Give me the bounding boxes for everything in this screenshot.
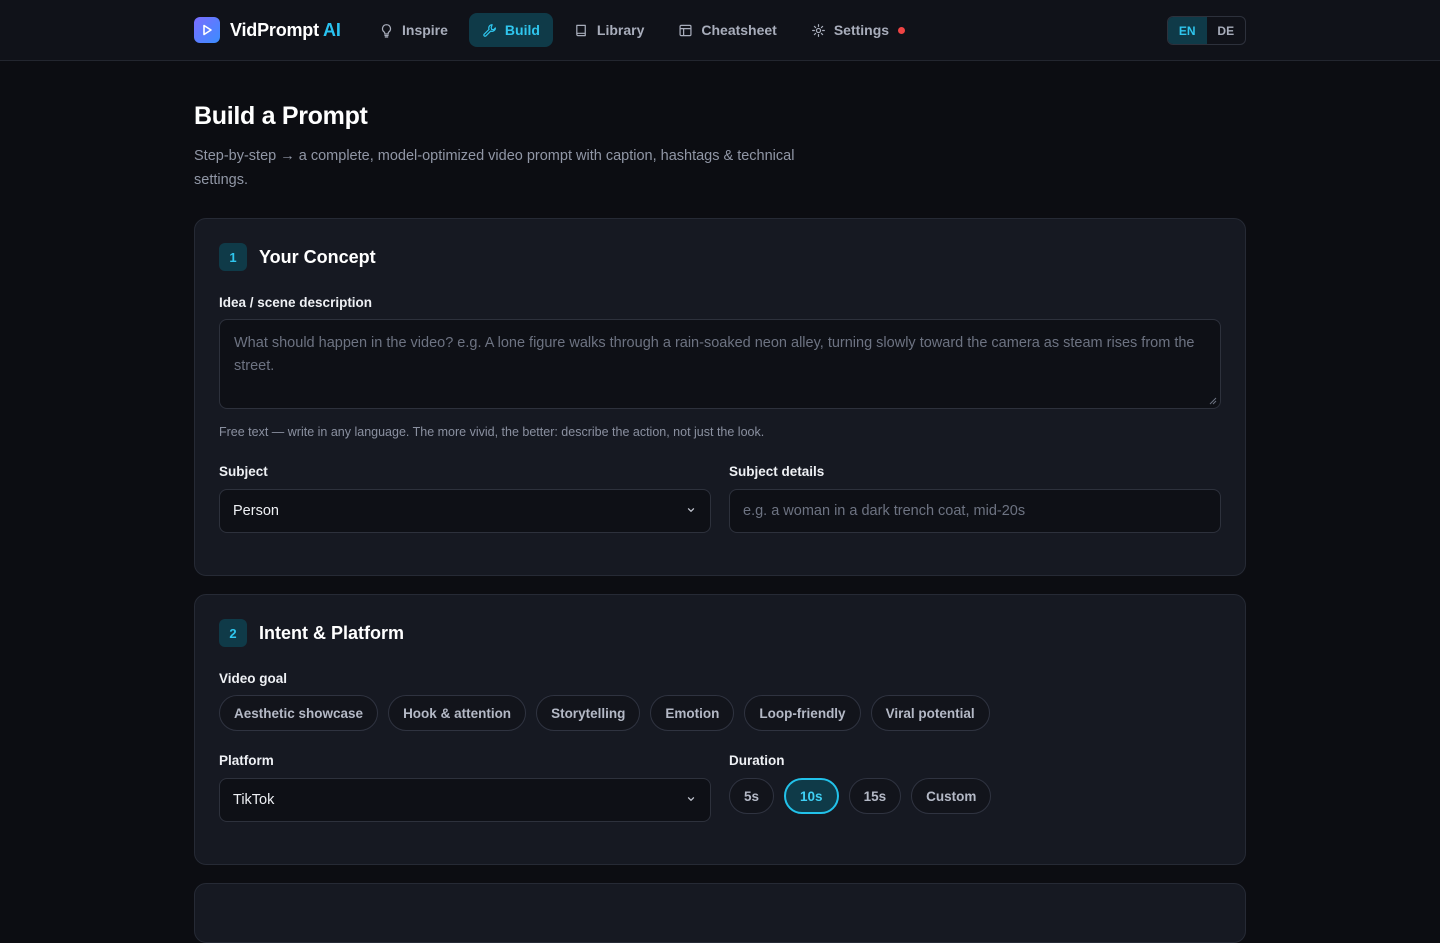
goal-chip[interactable]: Viral potential — [870, 695, 990, 731]
duration-chip-10s[interactable]: 10s — [784, 778, 839, 814]
step-badge: 2 — [219, 619, 247, 647]
subject-label: Subject — [219, 464, 268, 479]
duration-chip-custom[interactable]: Custom — [911, 778, 992, 814]
idea-textarea[interactable]: What should happen in the video? e.g. A … — [219, 319, 1221, 409]
notification-dot — [898, 26, 906, 34]
brand[interactable]: VidPrompt AI — [194, 17, 341, 43]
concept-card-header: 1 Your Concept — [219, 243, 376, 271]
idea-placeholder: What should happen in the video? e.g. A … — [234, 335, 1195, 374]
lightbulb-icon — [381, 23, 392, 38]
intent-card-header: 2 Intent & Platform — [219, 619, 404, 647]
nav-cheatsheet[interactable]: Cheatsheet — [665, 13, 789, 47]
nav-library[interactable]: Library — [561, 13, 657, 47]
duration-chip-15s[interactable]: 15s — [848, 778, 902, 814]
goal-chip[interactable]: Emotion — [650, 695, 735, 731]
intent-card: 2 Intent & Platform Video goal Aesthetic… — [194, 594, 1246, 865]
nav-inspire[interactable]: Inspire — [366, 13, 461, 47]
nav-library-label: Library — [596, 22, 645, 38]
subject-value: Person — [233, 503, 279, 519]
lang-en[interactable]: EN — [1168, 17, 1207, 44]
idea-label: Idea / scene description — [219, 295, 373, 310]
wrench-icon — [483, 23, 496, 37]
nav-settings-label: Settings — [833, 22, 890, 38]
goal-chip[interactable]: Aesthetic showcase — [219, 695, 379, 731]
nav-cheatsheet-label: Cheatsheet — [701, 22, 777, 38]
nav-inspire-label: Inspire — [402, 22, 448, 38]
duration-chip-5s[interactable]: 5s — [729, 778, 775, 814]
nav-settings[interactable]: Settings — [798, 13, 918, 47]
subject-details-placeholder: e.g. a woman in a dark trench coat, mid-… — [743, 503, 1026, 519]
lang-de[interactable]: DE — [1207, 17, 1246, 44]
page-subtitle: Step-by-step → a complete, model-optimiz… — [194, 148, 795, 188]
resize-handle-icon[interactable] — [1209, 397, 1217, 405]
concept-card: 1 Your Concept Idea / scene description … — [194, 218, 1246, 576]
duration-label: Duration — [729, 753, 785, 768]
step-badge: 1 — [219, 243, 247, 271]
intent-title: Intent & Platform — [259, 622, 405, 643]
goal-chip[interactable]: Hook & attention — [388, 695, 527, 731]
next-card — [194, 883, 1246, 943]
language-switcher: EN DE — [1167, 16, 1246, 45]
subject-details-input[interactable]: e.g. a woman in a dark trench coat, mid-… — [729, 489, 1221, 533]
video-goal-label: Video goal — [219, 671, 288, 686]
layout-icon — [679, 24, 692, 36]
concept-title: Your Concept — [259, 246, 376, 267]
platform-value: TikTok — [233, 792, 275, 808]
duration-chips: 5s 10s 15s Custom — [729, 778, 992, 814]
idea-hint: Free text — write in any language. The m… — [219, 425, 765, 439]
platform-select[interactable]: TikTok — [219, 778, 711, 822]
platform-label: Platform — [219, 753, 274, 768]
goal-chip[interactable]: Storytelling — [536, 695, 641, 731]
chevron-down-icon — [687, 797, 695, 801]
brand-name-text: VidPrompt — [230, 19, 319, 40]
video-goal-chips: Aesthetic showcase Hook & attention Stor… — [219, 695, 990, 731]
brand-suffix: AI — [323, 19, 341, 40]
gear-icon — [811, 23, 825, 37]
brand-name: VidPrompt AI — [230, 20, 341, 41]
chevron-down-icon — [687, 508, 695, 512]
book-icon — [576, 24, 586, 36]
subject-details-label: Subject details — [729, 464, 825, 479]
nav-build[interactable]: Build — [468, 13, 553, 47]
main-nav: Inspire Build Library Cheatsheet Setting… — [366, 13, 918, 47]
goal-chip[interactable]: Loop-friendly — [744, 695, 861, 731]
nav-build-label: Build — [504, 22, 540, 38]
play-logo-icon — [194, 17, 220, 43]
top-navigation-bar: VidPrompt AI Inspire Build Library Cheat… — [0, 0, 1440, 61]
subject-select[interactable]: Person — [219, 489, 711, 533]
page-title: Build a Prompt — [194, 102, 368, 130]
